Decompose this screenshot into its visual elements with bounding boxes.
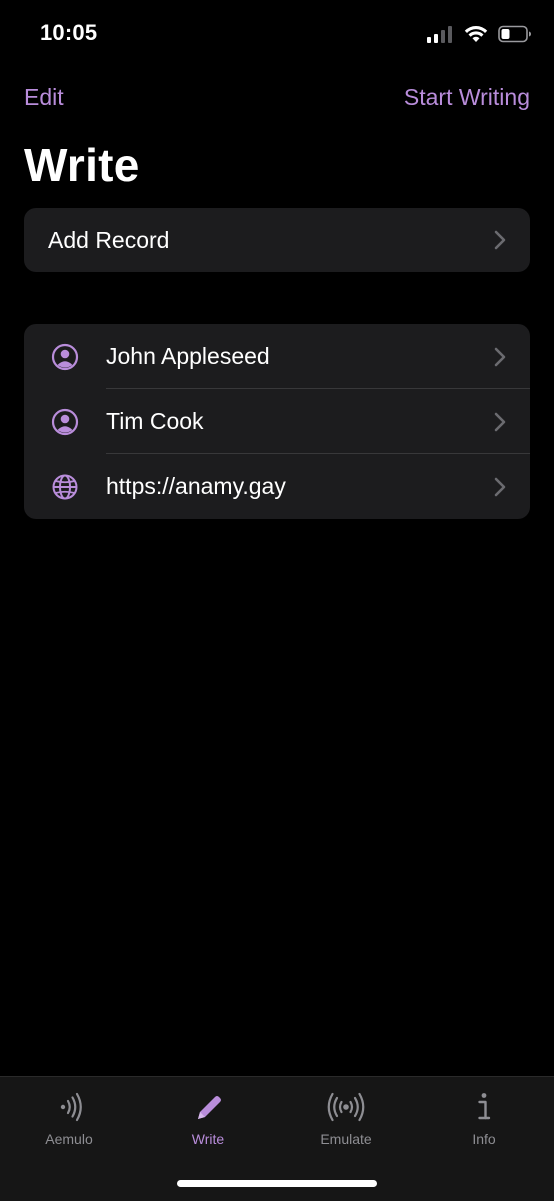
person-circle-icon [51, 343, 79, 370]
list-item[interactable]: Tim Cook [24, 389, 530, 454]
add-record-label: Add Record [48, 226, 170, 253]
list-item[interactable]: John Appleseed [24, 324, 530, 389]
nfc-wave-icon [60, 1092, 82, 1122]
wifi-icon [464, 26, 488, 42]
battery-icon [498, 25, 531, 43]
chevron-right-icon [494, 347, 506, 366]
status-time: 10:05 [40, 20, 98, 45]
cellular-signal-icon [427, 26, 452, 43]
home-indicator[interactable] [177, 1180, 377, 1187]
status-bar: 10:05 [0, 0, 554, 70]
info-icon [478, 1093, 491, 1120]
record-label: https://anamy.gay [106, 473, 286, 499]
list-item[interactable]: https://anamy.gay [24, 454, 530, 519]
globe-icon [52, 474, 78, 499]
person-circle-icon [51, 408, 79, 435]
tab-label: Aemulo [45, 1131, 93, 1147]
add-record-row[interactable]: Add Record [24, 208, 530, 272]
status-icons [426, 22, 532, 46]
tab-label: Info [472, 1131, 496, 1147]
record-label: John Appleseed [106, 343, 270, 369]
tab-emulate[interactable]: Emulate [277, 1089, 415, 1153]
chevron-right-icon [494, 230, 506, 250]
tab-aemulo[interactable]: Aemulo [0, 1089, 138, 1153]
edit-button[interactable]: Edit [24, 84, 64, 111]
page-title: Write [24, 139, 140, 191]
chevron-right-icon [494, 412, 506, 431]
pencil-icon [198, 1096, 221, 1119]
tab-label: Write [191, 1131, 225, 1147]
records-list: John Appleseed Tim Cook https://anamy.ga… [24, 324, 530, 519]
start-writing-button[interactable]: Start Writing [404, 84, 530, 111]
tab-label: Emulate [320, 1131, 372, 1147]
tab-info[interactable]: Info [415, 1089, 553, 1153]
broadcast-icon [327, 1092, 365, 1122]
tab-write[interactable]: Write [139, 1089, 277, 1153]
record-label: Tim Cook [106, 408, 204, 434]
chevron-right-icon [494, 477, 506, 496]
add-record-group: Add Record [24, 208, 530, 272]
